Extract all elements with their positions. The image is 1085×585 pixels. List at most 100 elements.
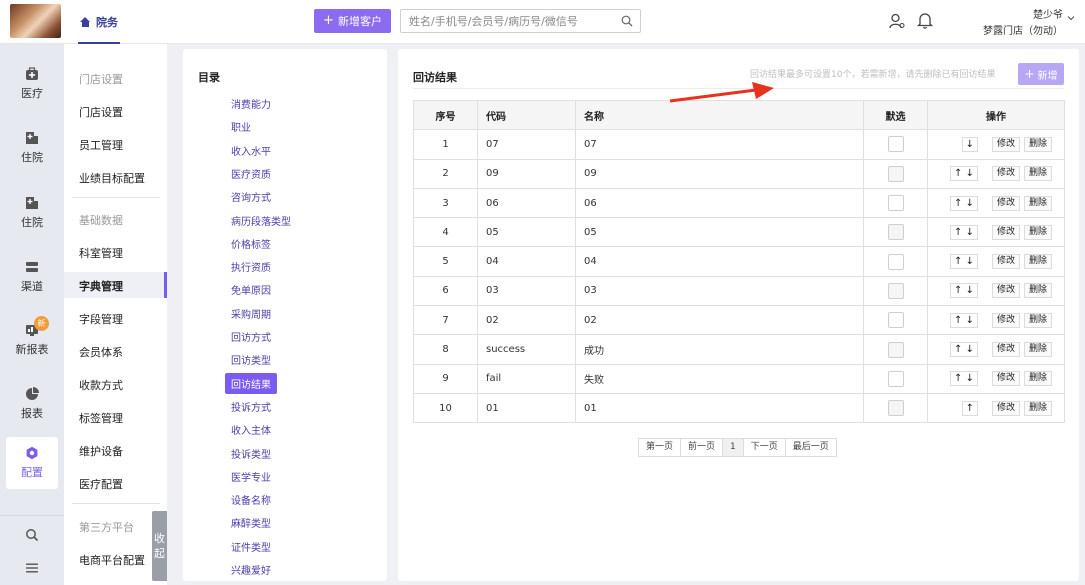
directory-item[interactable]: 病历段落类型 — [231, 213, 291, 228]
directory-item[interactable]: 免单原因 — [231, 282, 271, 297]
nav-item-menu[interactable] — [6, 542, 58, 585]
default-checkbox[interactable] — [887, 400, 904, 417]
edit-button[interactable]: 修改 — [991, 254, 1020, 270]
store-name[interactable]: 梦露门店（勿动） — [983, 22, 1063, 37]
edit-button[interactable]: 修改 — [991, 371, 1020, 387]
submenu-item-fields[interactable]: 字段管理 — [79, 311, 123, 327]
reorder-button[interactable]: ↑ ↓ — [950, 166, 978, 182]
nav-item-config[interactable]: 配置 — [6, 437, 58, 489]
reorder-button[interactable]: ↑ ↓ — [950, 312, 978, 328]
submenu-item-ecommerce[interactable]: 电商平台配置 — [79, 552, 145, 568]
default-checkbox[interactable] — [887, 370, 904, 387]
default-checkbox[interactable] — [887, 136, 904, 153]
directory-item[interactable]: 消费能力 — [231, 96, 271, 111]
delete-button[interactable]: 删除 — [1023, 195, 1052, 211]
delete-button[interactable]: 删除 — [1023, 224, 1052, 240]
directory-item[interactable]: 采购周期 — [231, 306, 271, 321]
nav-item-report[interactable]: 报表 — [6, 378, 58, 430]
submenu-item-tags[interactable]: 标签管理 — [79, 410, 123, 426]
reorder-button[interactable]: ↑ ↓ — [950, 254, 978, 270]
directory-item[interactable]: 回访结果 — [225, 372, 277, 394]
nav-item-medical[interactable]: 医疗 — [6, 58, 58, 110]
default-checkbox[interactable] — [887, 224, 904, 241]
delete-button[interactable]: 删除 — [1023, 312, 1052, 328]
delete-button[interactable]: 删除 — [1023, 136, 1052, 152]
default-checkbox[interactable] — [887, 282, 904, 299]
directory-item[interactable]: 收入主体 — [231, 422, 271, 437]
submenu-item-store-settings[interactable]: 门店设置 — [79, 104, 123, 120]
nav-item-hospital[interactable]: 住院 — [6, 122, 58, 174]
submenu-item-medical-config[interactable]: 医疗配置 — [79, 476, 123, 492]
default-checkbox[interactable] — [887, 165, 904, 182]
edit-button[interactable]: 修改 — [991, 342, 1020, 358]
directory-item[interactable]: 设备名称 — [231, 492, 271, 507]
directory-item[interactable]: 职业 — [231, 119, 251, 134]
search-icon[interactable] — [621, 15, 633, 27]
brand-logo[interactable] — [10, 4, 61, 38]
last-page-button[interactable]: 最后一页 — [784, 439, 836, 456]
delete-button[interactable]: 删除 — [1023, 283, 1052, 299]
next-page-button[interactable]: 下一页 — [742, 439, 785, 456]
reorder-button[interactable]: ↑ ↓ — [950, 371, 978, 387]
nav-item-hospital-2[interactable]: 住院 — [6, 187, 58, 239]
directory-item[interactable]: 价格标签 — [231, 236, 271, 251]
edit-button[interactable]: 修改 — [991, 195, 1020, 211]
first-page-button[interactable]: 第一页 — [639, 439, 680, 456]
submenu-item-membership[interactable]: 会员体系 — [79, 344, 123, 360]
edit-button[interactable]: 修改 — [991, 400, 1020, 416]
directory-item[interactable]: 医学专业 — [231, 469, 271, 484]
default-checkbox[interactable] — [887, 195, 904, 212]
directory-item[interactable]: 证件类型 — [231, 539, 271, 554]
search-input[interactable] — [401, 10, 611, 32]
table-row: 9 fail 失败 ↑ ↓ 修改 删除 — [413, 363, 1065, 394]
cell-actions: ↑ ↓ 修改 删除 — [927, 275, 1065, 307]
default-checkbox[interactable] — [887, 312, 904, 329]
reorder-button[interactable]: ↑ — [961, 400, 978, 416]
prev-page-button[interactable]: 前一页 — [680, 439, 722, 456]
directory-item[interactable]: 医疗资质 — [231, 166, 271, 181]
nav-item-new-report[interactable]: 新 新报表 — [6, 314, 58, 366]
edit-button[interactable]: 修改 — [991, 136, 1020, 152]
delete-button[interactable]: 删除 — [1023, 342, 1052, 358]
home-tab[interactable]: 院务 — [78, 0, 120, 44]
delete-button[interactable]: 删除 — [1023, 371, 1052, 387]
submenu-item-devices[interactable]: 维护设备 — [79, 443, 123, 459]
directory-item[interactable]: 投诉方式 — [231, 399, 271, 414]
edit-button[interactable]: 修改 — [991, 166, 1020, 182]
edit-button[interactable]: 修改 — [991, 312, 1020, 328]
directory-item[interactable]: 回访类型 — [231, 352, 271, 367]
directory-item[interactable]: 麻醉类型 — [231, 515, 271, 530]
directory-item[interactable]: 兴趣爱好 — [231, 562, 271, 577]
directory-item[interactable]: 咨询方式 — [231, 189, 271, 204]
reorder-button[interactable]: ↑ ↓ — [950, 342, 978, 358]
default-checkbox[interactable] — [887, 253, 904, 270]
user-name[interactable]: 楚少爷 — [1033, 6, 1063, 21]
reorder-button[interactable]: ↓ — [961, 136, 978, 152]
add-result-button[interactable]: + 新增 — [1018, 63, 1064, 85]
reorder-button[interactable]: ↑ ↓ — [950, 195, 978, 211]
edit-button[interactable]: 修改 — [991, 283, 1020, 299]
reorder-button[interactable]: ↑ ↓ — [950, 224, 978, 240]
submenu-item-payment[interactable]: 收款方式 — [79, 377, 123, 393]
delete-button[interactable]: 删除 — [1023, 254, 1052, 270]
collapse-button[interactable]: 收 起 — [152, 511, 167, 581]
edit-button[interactable]: 修改 — [991, 224, 1020, 240]
directory-item[interactable]: 回访方式 — [231, 329, 271, 344]
directory-item[interactable]: 执行资质 — [231, 259, 271, 274]
chevron-down-icon[interactable] — [1067, 14, 1075, 22]
submenu-item-department[interactable]: 科室管理 — [79, 245, 123, 261]
nav-item-channel[interactable]: 渠道 — [6, 251, 58, 303]
submenu-item-staff[interactable]: 员工管理 — [79, 137, 123, 153]
delete-button[interactable]: 删除 — [1023, 400, 1052, 416]
directory-item[interactable]: 投诉类型 — [231, 446, 271, 461]
delete-button[interactable]: 删除 — [1023, 166, 1052, 182]
reorder-button[interactable]: ↑ ↓ — [950, 283, 978, 299]
current-page[interactable]: 1 — [722, 439, 743, 456]
submenu-item-dictionary[interactable]: 字典管理 — [79, 278, 123, 294]
submenu-item-performance[interactable]: 业绩目标配置 — [79, 170, 145, 186]
directory-item[interactable]: 收入水平 — [231, 143, 271, 158]
default-checkbox[interactable] — [887, 341, 904, 358]
add-customer-button[interactable]: + 新增客户 — [314, 9, 391, 33]
user-switch-icon[interactable] — [889, 13, 905, 29]
bell-icon[interactable] — [917, 12, 933, 29]
